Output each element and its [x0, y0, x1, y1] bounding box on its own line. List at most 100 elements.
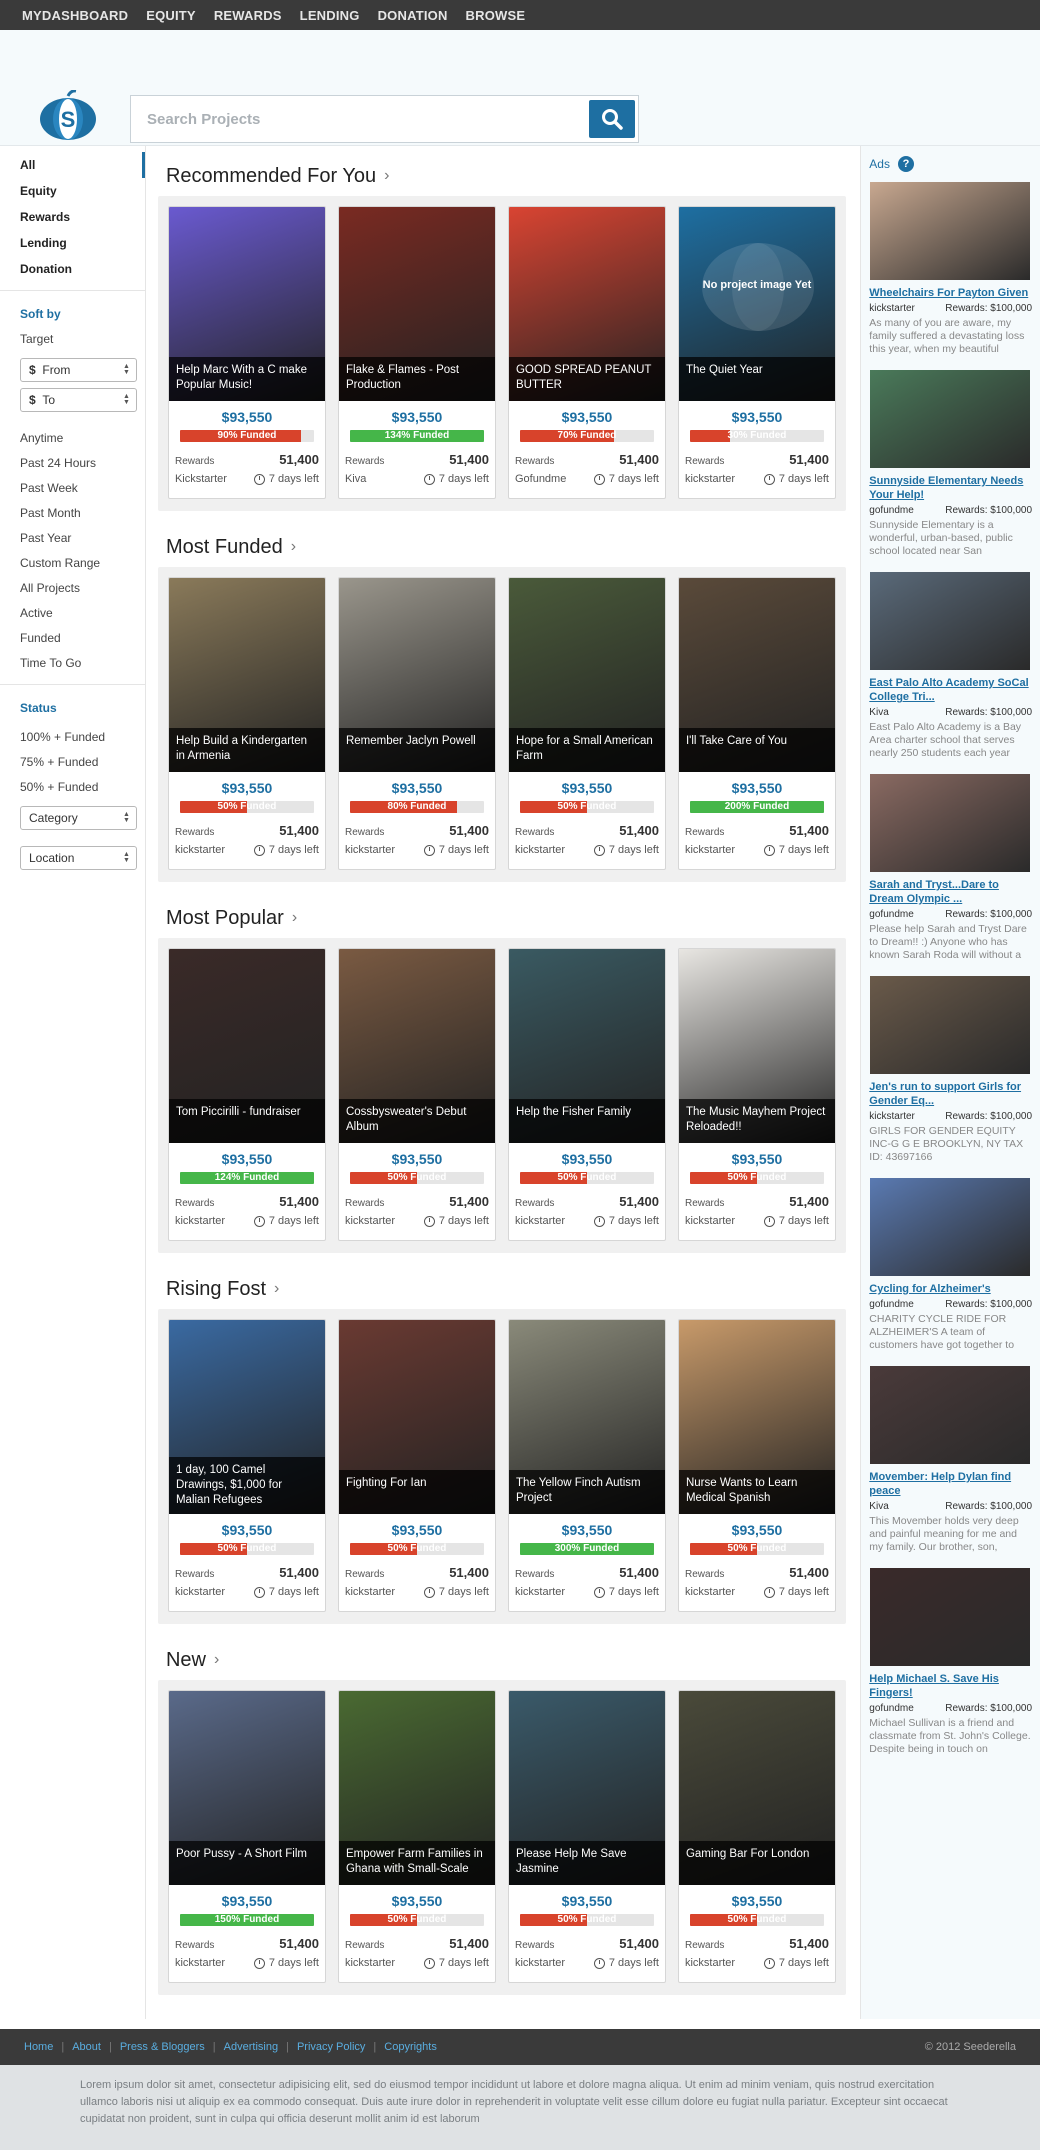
category-lending[interactable]: Lending — [0, 230, 145, 256]
project-card[interactable]: Fighting For Ian $93,550 50% Funded Rewa… — [337, 1319, 496, 1612]
location-select[interactable]: Location ▲ ▼ — [20, 846, 137, 870]
category-equity[interactable]: Equity — [0, 178, 145, 204]
nav-rewards[interactable]: REWARDS — [214, 8, 282, 23]
project-card[interactable]: Please Help Me Save Jasmine $93,550 50% … — [507, 1690, 666, 1983]
time-filter-week[interactable]: Past Week — [0, 476, 145, 501]
project-image[interactable]: The Music Mayhem Project Reloaded!! — [678, 949, 835, 1143]
nav-mydashboard[interactable]: MYDASHBOARD — [22, 8, 128, 23]
nav-lending[interactable]: LENDING — [300, 8, 360, 23]
footer-link-copyrights[interactable]: Copyrights — [384, 2041, 437, 2053]
project-image[interactable]: Help the Fisher Family — [508, 949, 665, 1143]
project-card[interactable]: GOOD SPREAD PEANUT BUTTER $93,550 70% Fu… — [507, 206, 666, 499]
project-image[interactable]: GOOD SPREAD PEANUT BUTTER — [508, 207, 665, 401]
project-image[interactable]: Tom Piccirilli - fundraiser — [168, 949, 325, 1143]
project-image[interactable]: 1 day, 100 Camel Drawings, $1,000 for Ma… — [168, 1320, 325, 1514]
ad-title-link[interactable]: East Palo Alto Academy SoCal College Tri… — [869, 676, 1032, 704]
project-image[interactable]: Hope for a Small American Farm — [508, 578, 665, 772]
nav-equity[interactable]: EQUITY — [146, 8, 196, 23]
from-select[interactable]: $ From ▲ ▼ — [20, 358, 137, 382]
section-title[interactable]: Recommended For You › — [158, 164, 846, 188]
project-image[interactable]: Empower Farm Families in Ghana with Smal… — [338, 1691, 495, 1885]
project-card[interactable]: 1 day, 100 Camel Drawings, $1,000 for Ma… — [167, 1319, 326, 1612]
time-filter-month[interactable]: Past Month — [0, 501, 145, 526]
ad-title-link[interactable]: Movember: Help Dylan find peace — [869, 1470, 1032, 1498]
project-image[interactable]: Nurse Wants to Learn Medical Spanish — [678, 1320, 835, 1514]
project-card[interactable]: Remember Jaclyn Powell $93,550 80% Funde… — [337, 577, 496, 870]
footer-link-privacy[interactable]: Privacy Policy — [297, 2041, 365, 2053]
category-all[interactable]: All — [0, 152, 145, 178]
category-donation[interactable]: Donation — [0, 256, 145, 282]
ad-image[interactable] — [870, 774, 1031, 872]
nav-donation[interactable]: DONATION — [378, 8, 448, 23]
ad-image[interactable] — [870, 182, 1031, 280]
project-image[interactable]: Remember Jaclyn Powell — [338, 578, 495, 772]
status-50-funded[interactable]: 50% + Funded — [0, 775, 145, 800]
project-card[interactable]: Cossbysweater's Debut Album $93,550 50% … — [337, 948, 496, 1241]
status-75-funded[interactable]: 75% + Funded — [0, 750, 145, 775]
project-card[interactable]: The Music Mayhem Project Reloaded!! $93,… — [677, 948, 836, 1241]
project-image[interactable]: Help Build a Kindergarten in Armenia — [168, 578, 325, 772]
project-card[interactable]: Flake & Flames - Post Production $93,550… — [337, 206, 496, 499]
help-icon[interactable]: ? — [897, 156, 914, 172]
project-image[interactable]: Gaming Bar For London — [678, 1691, 835, 1885]
time-filter-anytime[interactable]: Anytime — [0, 426, 145, 451]
pumpkin-logo-icon[interactable]: S — [38, 90, 98, 142]
project-card[interactable]: No project image Yet The Quiet Year $93,… — [677, 206, 836, 499]
project-card[interactable]: The Yellow Finch Autism Project $93,550 … — [507, 1319, 666, 1612]
project-image[interactable]: No project image Yet The Quiet Year — [678, 207, 835, 401]
project-image[interactable]: I'll Take Care of You — [678, 578, 835, 772]
project-image[interactable]: The Yellow Finch Autism Project — [508, 1320, 665, 1514]
footer-link-home[interactable]: Home — [24, 2041, 53, 2053]
project-image[interactable]: Flake & Flames - Post Production — [338, 207, 495, 401]
time-filter-custom[interactable]: Custom Range — [0, 551, 145, 576]
ad-title-link[interactable]: Cycling for Alzheimer's — [869, 1282, 1032, 1296]
section-title[interactable]: Rising Fost › — [158, 1277, 846, 1301]
ad-title-link[interactable]: Sunnyside Elementary Needs Your Help! — [869, 474, 1032, 502]
search-button[interactable] — [589, 100, 635, 138]
project-card[interactable]: Gaming Bar For London $93,550 50% Funded… — [677, 1690, 836, 1983]
search-input[interactable]: Search Projects — [130, 95, 639, 143]
project-card[interactable]: Tom Piccirilli - fundraiser $93,550 124%… — [167, 948, 326, 1241]
ad-title-link[interactable]: Wheelchairs For Payton Given — [869, 286, 1032, 300]
filter-all-projects[interactable]: All Projects — [0, 576, 145, 601]
project-card[interactable]: Nurse Wants to Learn Medical Spanish $93… — [677, 1319, 836, 1612]
category-rewards[interactable]: Rewards — [0, 204, 145, 230]
ad-title-link[interactable]: Sarah and Tryst...Dare to Dream Olympic … — [869, 878, 1032, 906]
ad-title-link[interactable]: Help Michael S. Save His Fingers! — [869, 1672, 1032, 1700]
section-title[interactable]: New › — [158, 1648, 846, 1672]
ad-title-link[interactable]: Jen's run to support Girls for Gender Eq… — [869, 1080, 1032, 1108]
ad-image[interactable] — [870, 370, 1031, 468]
section-title[interactable]: Most Popular › — [158, 906, 846, 930]
filter-funded[interactable]: Funded — [0, 626, 145, 651]
project-card[interactable]: Poor Pussy - A Short Film $93,550 150% F… — [167, 1690, 326, 1983]
project-card[interactable]: Empower Farm Families in Ghana with Smal… — [337, 1690, 496, 1983]
time-filter-24h[interactable]: Past 24 Hours — [0, 451, 145, 476]
project-image[interactable]: Cossbysweater's Debut Album — [338, 949, 495, 1143]
project-image[interactable]: Poor Pussy - A Short Film — [168, 1691, 325, 1885]
ad-image[interactable] — [870, 1178, 1031, 1276]
ad-image[interactable] — [870, 1366, 1031, 1464]
project-image[interactable]: Please Help Me Save Jasmine — [508, 1691, 665, 1885]
category-select[interactable]: Category ▲ ▼ — [20, 806, 137, 830]
project-card[interactable]: Help Build a Kindergarten in Armenia $93… — [167, 577, 326, 870]
ad-image[interactable] — [870, 572, 1031, 670]
ad-image[interactable] — [870, 976, 1031, 1074]
footer-link-about[interactable]: About — [72, 2041, 101, 2053]
footer-link-advertising[interactable]: Advertising — [224, 2041, 278, 2053]
ad-image[interactable] — [870, 1568, 1031, 1666]
status-100-funded[interactable]: 100% + Funded — [0, 725, 145, 750]
project-card[interactable]: Hope for a Small American Farm $93,550 5… — [507, 577, 666, 870]
footer-link-press[interactable]: Press & Bloggers — [120, 2041, 205, 2053]
project-image[interactable]: Fighting For Ian — [338, 1320, 495, 1514]
filter-time-to-go[interactable]: Time To Go — [0, 651, 145, 676]
section-title[interactable]: Most Funded › — [158, 535, 846, 559]
nav-browse[interactable]: BROWSE — [466, 8, 526, 23]
time-filter-year[interactable]: Past Year — [0, 526, 145, 551]
to-select[interactable]: $ To ▲ ▼ — [20, 388, 137, 412]
project-card[interactable]: Help Marc With a C make Popular Music! $… — [167, 206, 326, 499]
project-image[interactable]: Help Marc With a C make Popular Music! — [168, 207, 325, 401]
filter-active[interactable]: Active — [0, 601, 145, 626]
clock-icon — [593, 1215, 605, 1227]
project-card[interactable]: Help the Fisher Family $93,550 50% Funde… — [507, 948, 666, 1241]
project-card[interactable]: I'll Take Care of You $93,550 200% Funde… — [677, 577, 836, 870]
